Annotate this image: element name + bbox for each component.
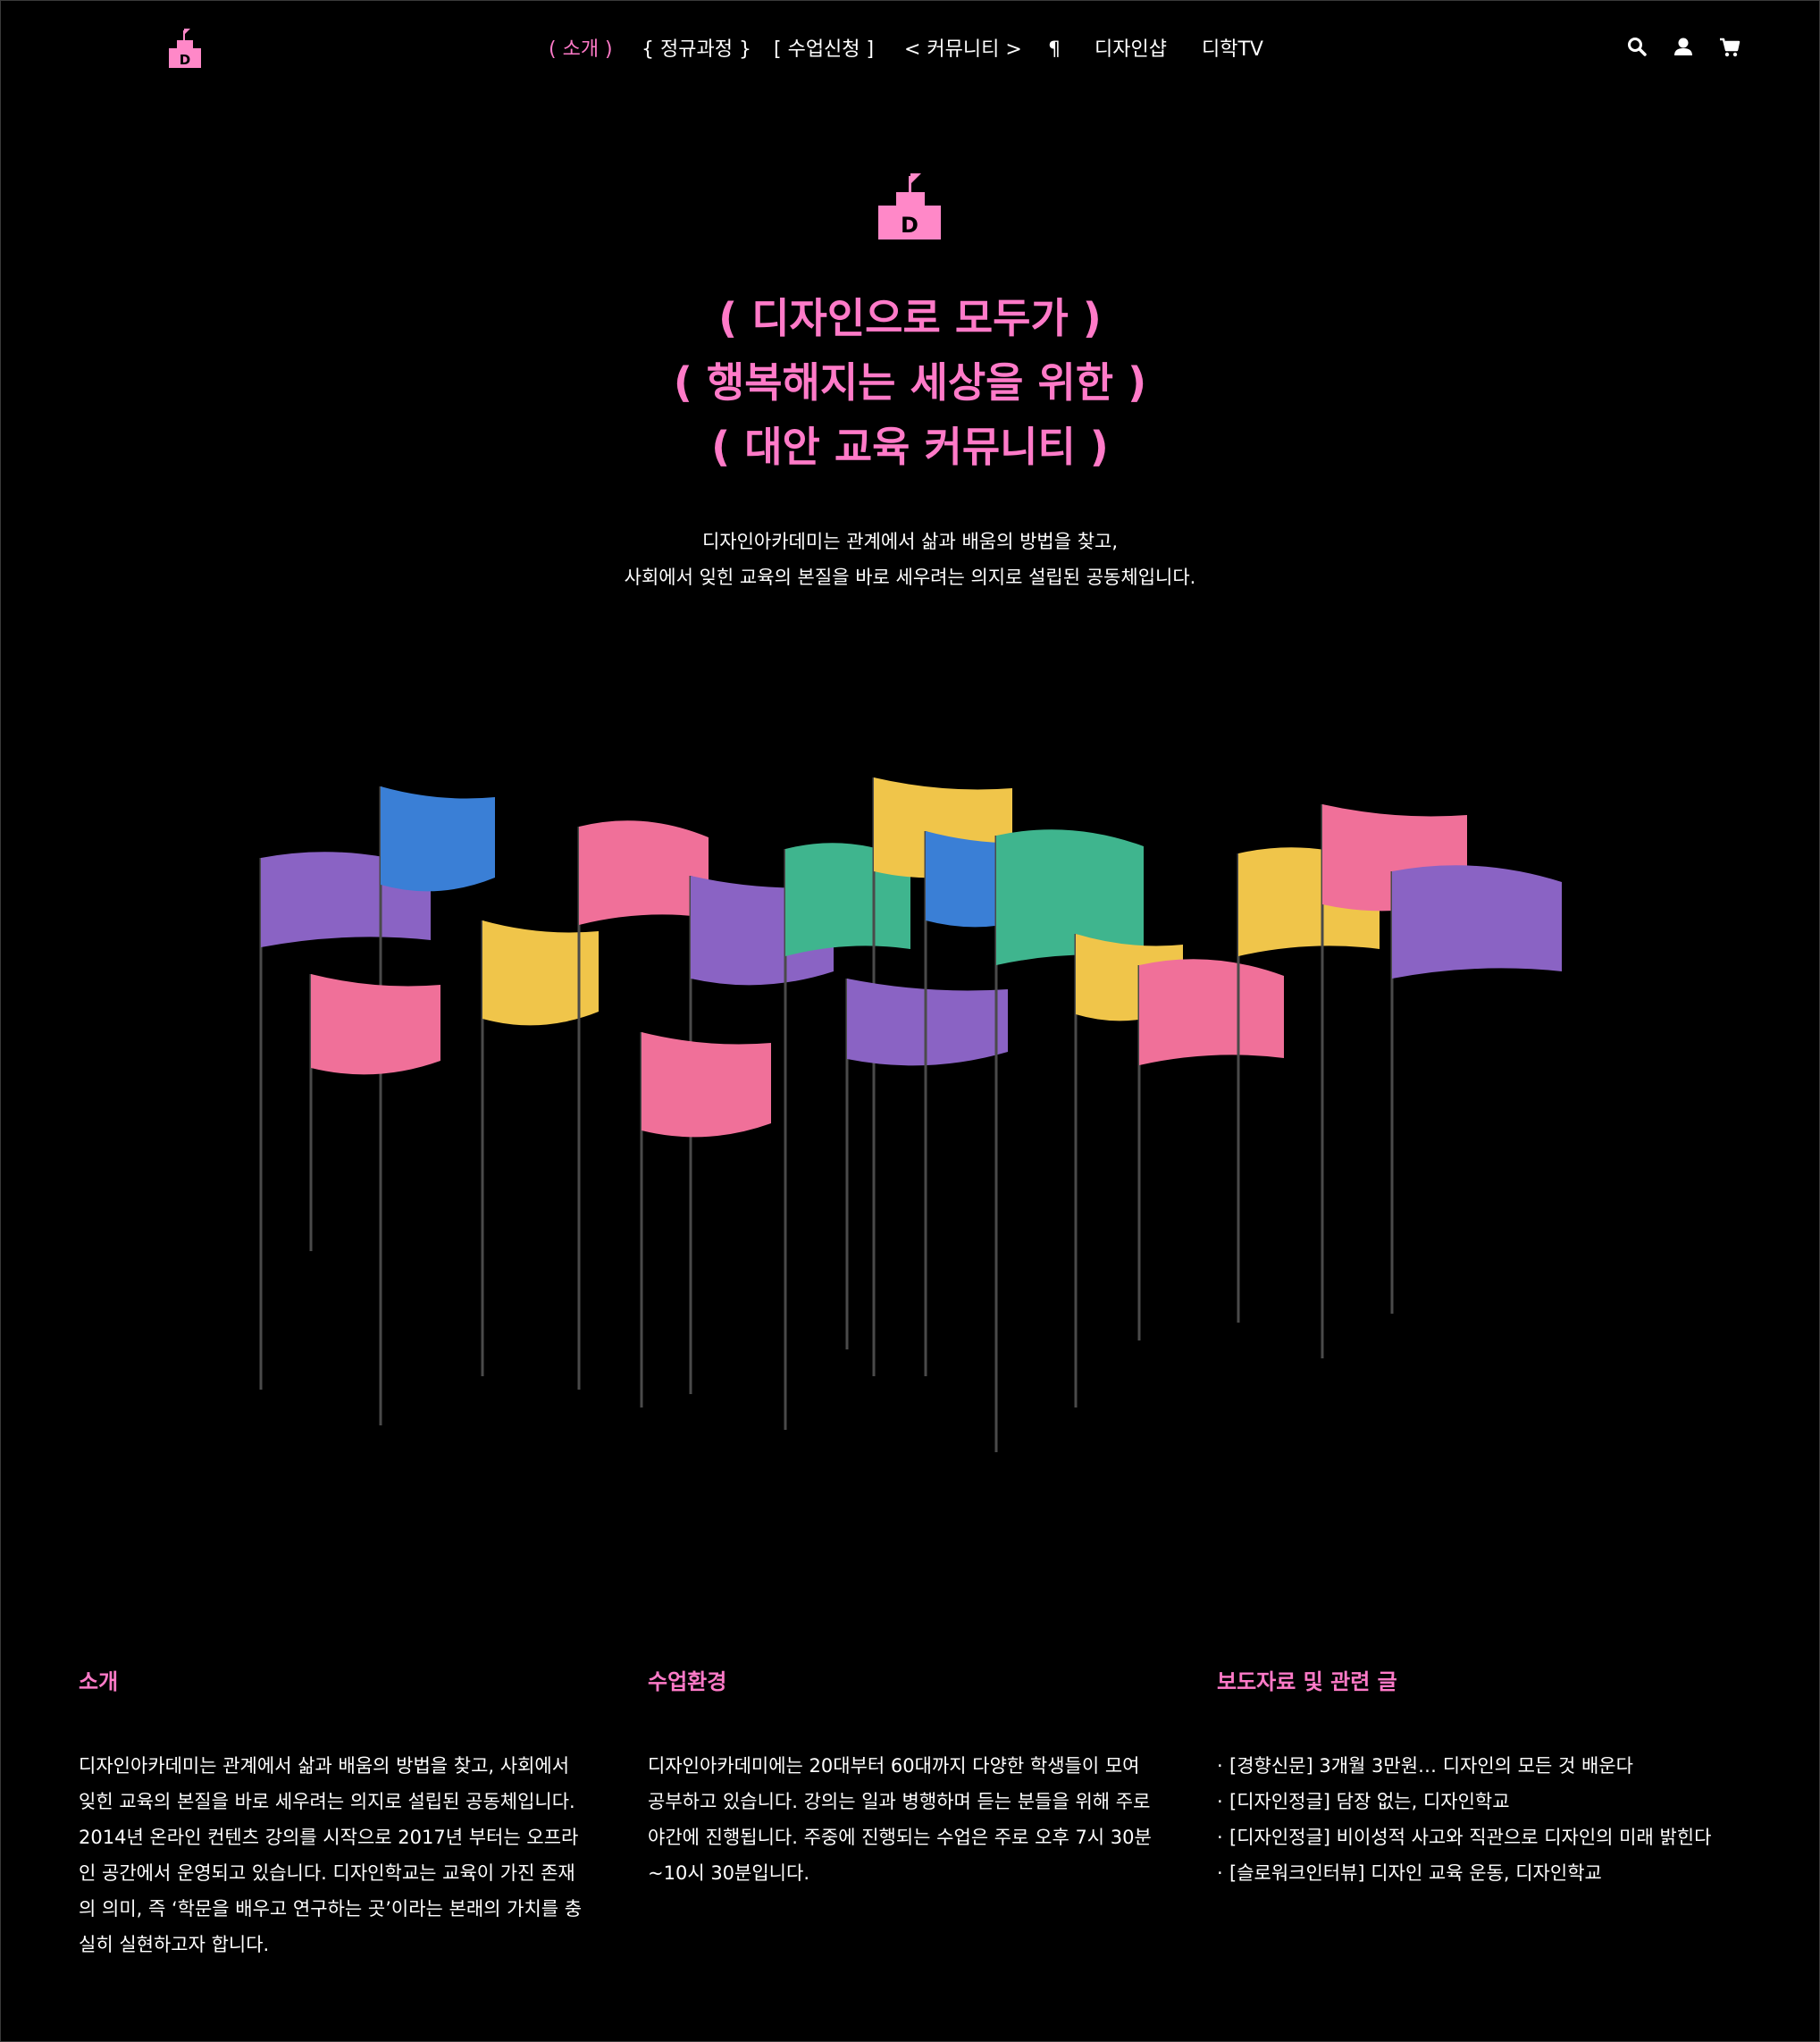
about-title: 소개 [79, 1669, 119, 1694]
flag [994, 829, 1144, 1452]
flag-cloth [482, 920, 599, 1026]
about-text-line: 의 의미, 즉 ‘학문을 배우고 연구하는 곳’이라는 본래의 가치를 충 [79, 1898, 583, 1920]
about-text-line: 디자인아카데미는 관계에서 삶과 배움의 방법을 찾고, 사회에서 [79, 1755, 570, 1777]
environment-title: 수업환경 [648, 1669, 727, 1694]
hero-intro-line-2: 사회에서 잊힌 교육의 본질을 바로 세우려는 의지로 설립된 공동체입니다. [624, 567, 1196, 588]
hero-headline-2: ( 행복해지는 세상을 위한 ) [673, 358, 1147, 407]
flag [1390, 865, 1562, 1314]
nav-item-about[interactable]: ( 소개 ) [549, 34, 613, 66]
press-list-item[interactable]: · [디자인정글] 비이성적 사고와 직관으로 디자인의 미래 밝힌다 [1217, 1819, 1771, 1855]
nav-item-regular-courses[interactable]: { 정규과정 } [642, 34, 751, 66]
flag-cloth [642, 1032, 771, 1138]
flag-cloth [381, 786, 495, 892]
nav-item-class-apply[interactable]: [ 수업신청 ] [774, 34, 874, 66]
about-text-line: 2014년 온라인 컨텐츠 강의를 시작으로 2017년 부터는 오프라 [79, 1827, 579, 1848]
environment-text-line: 야간에 진행됩니다. 주중에 진행되는 수업은 주로 오후 7시 30분 [648, 1827, 1152, 1848]
flag-cloth [847, 979, 1008, 1066]
main-nav: ( 소개 ) { 정규과정 } [ 수업신청 ] < 커뮤니티 > ¶ 디자인샵… [0, 34, 1820, 70]
about-text-line: 인 공간에서 운영되고 있습니다. 디자인학교는 교육이 가진 존재 [79, 1862, 575, 1884]
press-title: 보도자료 및 관련 글 [1217, 1669, 1397, 1694]
environment-text: 디자인아카데미에는 20대부터 60대까지 다양한 학생들이 모여 공부하고 있… [648, 1748, 1152, 1891]
about-text-line: 잊힌 교육의 본질을 바로 세우려는 의지로 설립된 공동체입니다. [79, 1791, 575, 1812]
flag [640, 1032, 771, 1408]
environment-text-line: 디자인아카데미에는 20대부터 60대까지 다양한 학생들이 모여 [648, 1755, 1140, 1777]
press-list-item[interactable]: · [경향신문] 3개월 3만원… 디자인의 모든 것 배운다 [1217, 1748, 1771, 1784]
flag [379, 786, 495, 1425]
nav-item-design-shop[interactable]: 디자인샵 [1095, 34, 1167, 66]
flag-cloth [1392, 865, 1562, 979]
environment-text-line: ~10시 30분입니다. [648, 1862, 809, 1884]
environment-text-line: 공부하고 있습니다. 강의는 일과 병행하며 듣는 분들을 위해 주로 [648, 1791, 1151, 1812]
about-text-line: 실히 실현하고자 합니다. [79, 1934, 270, 1955]
hero-logo-icon: D [878, 173, 941, 239]
search-icon[interactable] [1626, 36, 1649, 59]
press-list-item[interactable]: · [슬로워크인터뷰] 디자인 교육 운동, 디자인학교 [1217, 1855, 1771, 1891]
about-text: 디자인아카데미는 관계에서 삶과 배움의 방법을 찾고, 사회에서 잊힌 교육의… [79, 1748, 582, 1962]
flag [1137, 959, 1284, 1340]
press-list: · [경향신문] 3개월 3만원… 디자인의 모든 것 배운다 · [디자인정글] … [1217, 1748, 1771, 1891]
nav-item-community[interactable]: < 커뮤니티 > [904, 34, 1022, 66]
flag [481, 920, 599, 1376]
flag [259, 852, 431, 1390]
flag [1237, 847, 1380, 1323]
nav-item-pilcrow[interactable]: ¶ [1048, 34, 1061, 66]
hero-headline-1: ( 디자인으로 모두가 ) [718, 294, 1102, 342]
hero-intro-line-1: 디자인아카데미는 관계에서 삶과 배움의 방법을 찾고, [701, 531, 1119, 552]
flag [309, 974, 440, 1251]
press-list-item[interactable]: · [디자인정글] 담장 없는, 디자인학교 [1217, 1784, 1771, 1819]
flags-illustration [259, 777, 1562, 1452]
flag-cloth [579, 820, 709, 925]
nav-item-dihak-tv[interactable]: 디학TV [1202, 34, 1263, 66]
hero-headline-3: ( 대안 교육 커뮤니티 ) [711, 423, 1109, 471]
cart-icon[interactable] [1718, 36, 1741, 59]
flag [845, 979, 1008, 1349]
flag-cloth [311, 974, 440, 1075]
hero-logo-letter: D [901, 213, 918, 238]
user-icon[interactable] [1672, 36, 1695, 59]
flag-cloth [1139, 959, 1284, 1065]
